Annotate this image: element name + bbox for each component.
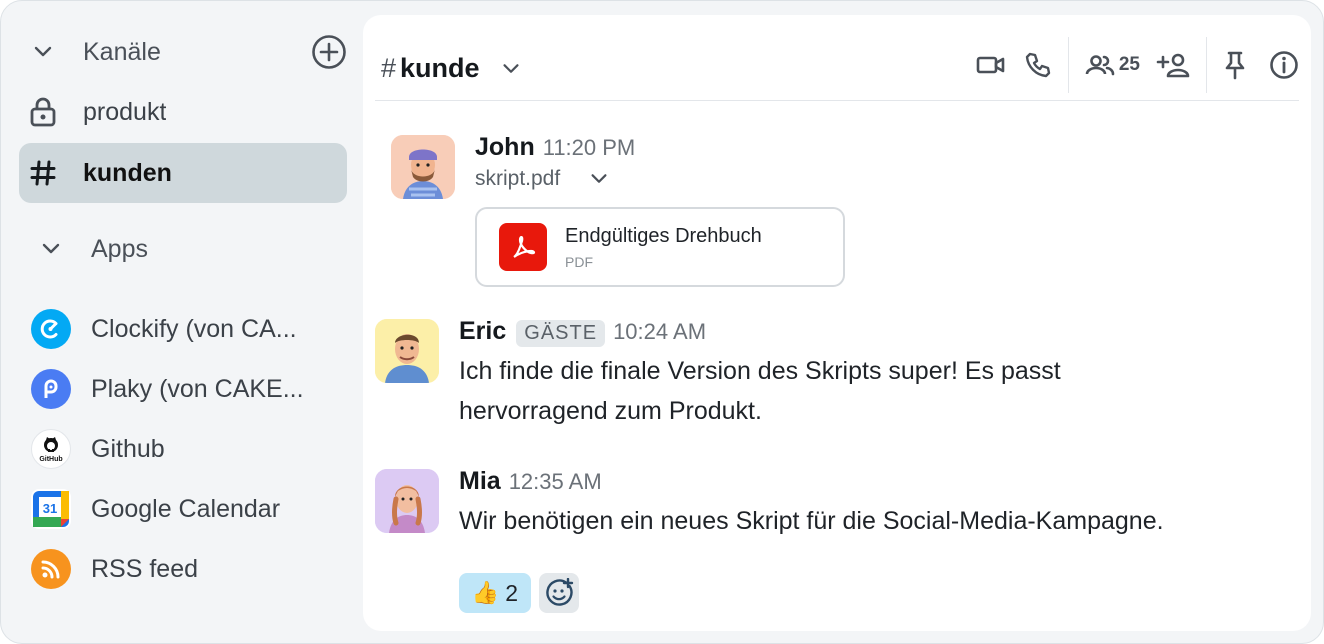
add-member-button[interactable] (1156, 45, 1190, 85)
message-time: 10:24 AM (613, 319, 707, 344)
message-header: John 11:20 PM (475, 133, 635, 162)
chevron-down-icon (27, 237, 75, 261)
voice-call-button[interactable] (1024, 45, 1052, 85)
sidebar-item-label: Google Calendar (91, 494, 281, 523)
add-channel-button[interactable] (311, 34, 347, 70)
reaction-thumbs-up[interactable]: 👍 2 (459, 573, 531, 613)
message-text: Wir benötigen ein neues Skript für die S… (459, 507, 1164, 535)
phone-icon (1025, 52, 1051, 78)
sidebar-item-label: Clockify (von CA... (91, 314, 297, 343)
video-camera-icon (976, 56, 1005, 74)
add-reaction-button[interactable] (539, 573, 579, 613)
author-name[interactable]: Mia (459, 467, 501, 496)
channel-title-button[interactable]: # kunde (375, 53, 522, 84)
members-icon (1085, 55, 1115, 76)
clockify-icon (31, 309, 71, 349)
avatar (391, 135, 455, 199)
sidebar-item-label: RSS feed (91, 554, 199, 583)
hash-icon (19, 160, 67, 186)
chevron-down-icon (19, 40, 67, 64)
author-name[interactable]: John (475, 133, 535, 162)
channel-name: kunde (400, 53, 480, 83)
divider (1206, 37, 1207, 93)
channel-info-button[interactable] (1269, 45, 1299, 85)
message-text-line: hervorragend zum Produkt. (459, 397, 762, 425)
sidebar-item-kunden[interactable]: kunden (19, 143, 347, 203)
sidebar-item-google-calendar[interactable]: 31 Google Calendar (27, 479, 355, 539)
sidebar-item-github[interactable]: GitHub Github (27, 419, 355, 479)
add-emoji-icon (546, 578, 574, 606)
channel-header: # kunde 25 (375, 37, 1299, 101)
chevron-down-icon (500, 58, 522, 80)
chat-panel: # kunde 25 John 11:20 PM skript.pdf Endg… (363, 15, 1311, 631)
chevron-down-icon (588, 168, 610, 190)
svg-text:GitHub: GitHub (39, 456, 62, 463)
sidebar-item-clockify[interactable]: Clockify (von CA... (27, 299, 355, 359)
member-count: 25 (1118, 54, 1140, 75)
avatar (375, 469, 439, 533)
message-header: Mia 12:35 AM (459, 467, 602, 496)
attachment-title: Endgültiges Drehbuch (565, 224, 762, 247)
apps-section-label: Apps (91, 234, 148, 263)
sidebar-item-label: Plaky (von CAKE... (91, 374, 304, 403)
svg-text:31: 31 (43, 501, 57, 516)
message-time: 11:20 PM (542, 135, 636, 160)
members-button[interactable]: 25 (1085, 45, 1140, 85)
sidebar-item-produkt[interactable]: produkt (19, 82, 347, 142)
file-attachment[interactable]: Endgültiges Drehbuch PDF (475, 207, 845, 287)
sidebar-item-label: produkt (83, 97, 167, 126)
message-time: 12:35 AM (508, 469, 602, 494)
pin-icon (1225, 51, 1245, 80)
attachment-type: PDF (565, 253, 593, 270)
thumbs-up-icon: 👍 (471, 580, 500, 605)
reaction-count: 2 (505, 579, 519, 606)
apps-section-header[interactable]: Apps (27, 219, 355, 279)
header-toolbar: 25 (976, 37, 1299, 93)
rss-icon (31, 549, 71, 589)
plaky-icon (31, 369, 71, 409)
file-name-row[interactable]: skript.pdf (475, 167, 610, 191)
app-window: Kanäle produkt kunden Apps Clockify (von… (0, 0, 1324, 644)
github-icon: GitHub (31, 429, 71, 469)
author-name[interactable]: Eric (459, 317, 506, 346)
reactions-bar: 👍 2 (459, 573, 579, 613)
channels-section-label: Kanäle (83, 37, 161, 66)
sidebar-item-rss-feed[interactable]: RSS feed (27, 539, 355, 599)
message-header: Eric GÄSTE 10:24 AM (459, 317, 706, 347)
guest-badge: GÄSTE (516, 320, 606, 347)
avatar (375, 319, 439, 383)
sidebar-item-label: kunden (83, 158, 172, 187)
video-call-button[interactable] (976, 45, 1006, 85)
lock-icon (19, 97, 67, 127)
google-calendar-icon: 31 (31, 489, 71, 529)
pin-button[interactable] (1223, 45, 1247, 85)
channels-section-header[interactable]: Kanäle (19, 22, 347, 82)
add-person-icon (1156, 53, 1190, 78)
sidebar-item-plaky[interactable]: Plaky (von CAKE... (27, 359, 355, 419)
pdf-icon (499, 223, 547, 271)
file-name: skript.pdf (475, 167, 561, 190)
sidebar-item-label: Github (91, 434, 165, 463)
sidebar: Kanäle produkt kunden Apps Clockify (von… (1, 1, 363, 643)
info-icon (1270, 51, 1298, 79)
hash-icon: # (381, 53, 397, 83)
message-text-line: Ich finde die finale Version des Skripts… (459, 357, 1061, 385)
divider (1067, 37, 1069, 93)
message-text: Ich finde die finale Version des Skripts… (459, 351, 1061, 431)
